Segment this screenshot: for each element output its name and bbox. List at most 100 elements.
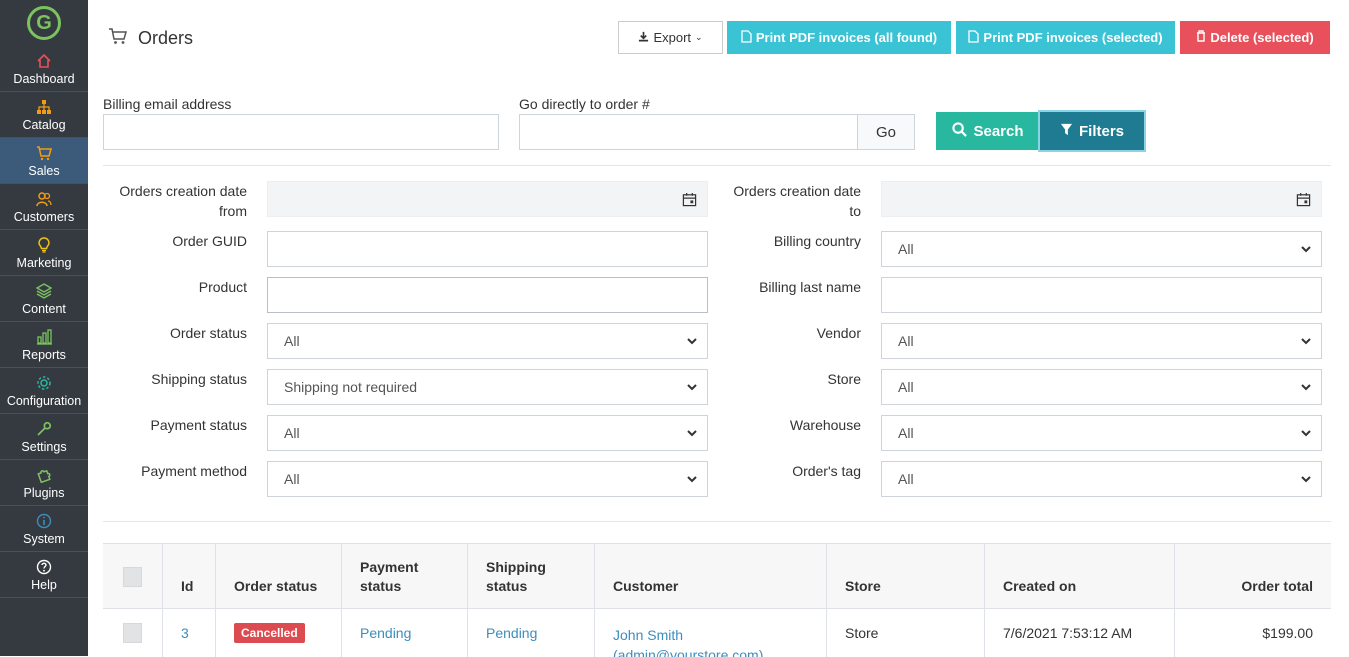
filter-icon [1060,123,1073,140]
column-header-customer[interactable]: Customer [595,544,827,610]
goto-order-input[interactable] [519,114,858,150]
cart-icon [108,26,128,51]
bar-chart-icon [36,328,52,346]
print-pdf-all-button[interactable]: Print PDF invoices (all found) [727,21,951,54]
sidebar-item-reports[interactable]: Reports [0,322,88,368]
sidebar-item-label: Help [31,577,57,592]
column-header-created-on[interactable]: Created on [985,544,1175,610]
sidebar-item-label: Reports [22,347,66,362]
filters-label: Filters [1078,122,1124,140]
billing-last-name-input[interactable] [881,277,1322,313]
sidebar-item-label: Plugins [23,485,65,500]
payment-status-select[interactable]: All [267,415,708,451]
main-content: Orders Export ⌄ Print PDF invoices (all … [88,0,1349,657]
product-input[interactable] [267,277,708,313]
billing-country-select[interactable]: All [881,231,1322,267]
page-title-text: Orders [138,28,194,48]
sidebar-item-help[interactable]: Help [0,552,88,598]
orders-date-from-input[interactable] [267,181,708,217]
vendor-label: Vendor [816,325,861,341]
logo[interactable]: G [0,0,88,46]
payment-method-select[interactable]: All [267,461,708,497]
export-button[interactable]: Export ⌄ [618,21,723,54]
row-checkbox[interactable] [123,623,142,643]
sidebar-item-system[interactable]: System [0,506,88,552]
pdf-file-icon [968,29,980,46]
print-pdf-selected-button[interactable]: Print PDF invoices (selected) [956,21,1175,54]
users-icon [36,190,52,208]
calendar-icon[interactable] [682,192,697,207]
calendar-icon[interactable] [1296,192,1311,207]
filters-button[interactable]: Filters [1040,112,1144,150]
order-status-label: Order status [169,325,247,341]
column-header-label: Order total [1241,578,1313,594]
orders-date-from-label: Orders creation date from [97,181,247,221]
sidebar-item-label: Dashboard [13,71,75,86]
label-line: to [849,203,861,219]
billing-email-input[interactable] [103,114,499,150]
row-payment-status-cell: Pending [342,609,468,657]
order-guid-label: Order GUID [172,233,247,249]
column-header-label: Payment [360,559,419,575]
label-line: Orders creation date [733,183,861,199]
select-all-checkbox[interactable] [123,567,142,587]
column-header-order-total[interactable]: Order total [1175,544,1331,610]
vendor-select[interactable]: All [881,323,1322,359]
shipping-status-label: Shipping status [151,371,247,387]
column-header-payment-status[interactable]: Payment status [342,544,468,610]
column-header-shipping-status[interactable]: Shipping status [468,544,595,610]
sidebar-item-plugins[interactable]: Plugins [0,460,88,506]
sidebar-item-configuration[interactable]: Configuration [0,368,88,414]
sidebar-item-catalog[interactable]: Catalog [0,92,88,138]
order-guid-input[interactable] [267,231,708,267]
column-header-order-status[interactable]: Order status [216,544,342,610]
chevron-down-icon [687,476,697,483]
label-line: from [219,203,247,219]
select-value: All [284,333,300,349]
search-label: Search [973,122,1024,140]
column-header-id[interactable]: Id [163,544,216,610]
column-header-store[interactable]: Store [827,544,985,610]
orders-date-to-input[interactable] [881,181,1322,217]
column-header-label: Customer [613,578,679,594]
delete-selected-button[interactable]: Delete (selected) [1180,21,1330,54]
select-value: All [898,333,914,349]
search-button[interactable]: Search [936,112,1040,150]
sidebar-item-content[interactable]: Content [0,276,88,322]
select-value: All [898,471,914,487]
sidebar-item-label: System [23,531,65,546]
sidebar-item-label: Sales [28,163,60,178]
order-id-link[interactable]: 3 [181,625,189,641]
order-tag-select[interactable]: All [881,461,1322,497]
goto-order-label: Go directly to order # [519,96,650,112]
order-status-select[interactable]: All [267,323,708,359]
row-customer-cell: John Smith (admin@yourstore.com) [595,609,827,657]
warehouse-label: Warehouse [789,417,861,433]
warehouse-select[interactable]: All [881,415,1322,451]
created-on-value: 7/6/2021 7:53:12 AM [1003,625,1133,641]
chevron-down-icon [687,384,697,391]
select-value: All [898,425,914,441]
sidebar-item-sales[interactable]: Sales [0,138,88,184]
sidebar-item-settings[interactable]: Settings [0,414,88,460]
download-icon [638,30,649,45]
customer-email-link[interactable]: (admin@yourstore.com) [613,645,763,657]
chevron-down-icon [1301,338,1311,345]
row-store-cell: Store [827,609,985,657]
sidebar-item-label: Configuration [6,393,82,408]
customer-name-link[interactable]: John Smith [613,625,763,645]
go-button[interactable]: Go [857,114,915,150]
sidebar-item-customers[interactable]: Customers [0,184,88,230]
chevron-down-icon [1301,246,1311,253]
chevron-down-icon [1301,476,1311,483]
table-row: 3 Cancelled Pending Pending John Smith (… [103,609,1331,657]
sidebar-item-dashboard[interactable]: Dashboard [0,46,88,92]
chevron-down-icon [1301,430,1311,437]
select-all-cell [103,544,163,610]
question-icon [36,558,52,576]
select-value: All [898,241,914,257]
shipping-status-select[interactable]: Shipping not required [267,369,708,405]
sidebar-item-marketing[interactable]: Marketing [0,230,88,276]
select-value: All [284,425,300,441]
store-select[interactable]: All [881,369,1322,405]
